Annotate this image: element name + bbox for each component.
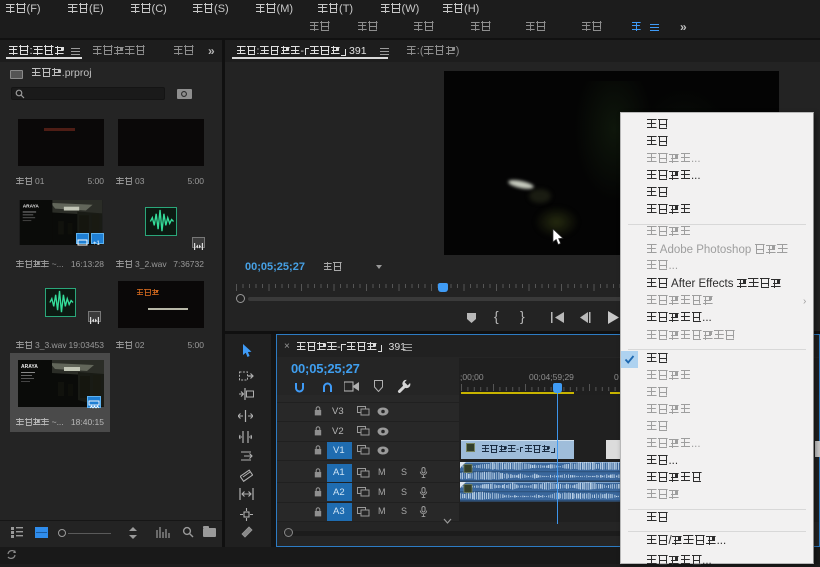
svg-text:ARAYA: ARAYA [23,204,40,210]
svg-text:ARAYA: ARAYA [21,364,38,370]
svg-text:+1: +1 [93,241,101,247]
